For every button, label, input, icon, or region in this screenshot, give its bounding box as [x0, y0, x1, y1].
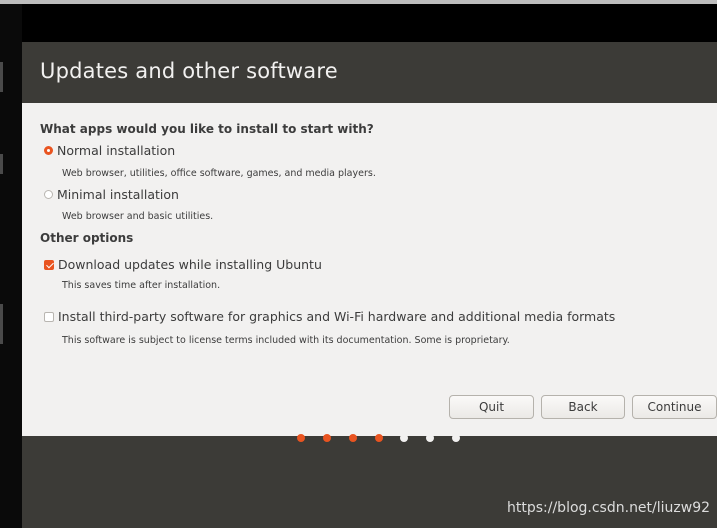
minimal-installation-description: Web browser and basic utilities.	[62, 211, 214, 222]
progress-dot-2	[323, 434, 331, 442]
third-party-software-description: This software is subject to license term…	[62, 335, 510, 346]
back-button[interactable]: Back	[541, 395, 625, 419]
screen-top-strip	[0, 0, 717, 4]
progress-dot-7	[452, 434, 460, 442]
watermark-url: https://blog.csdn.net/liuzw92	[507, 500, 711, 516]
progress-dot-1	[297, 434, 305, 442]
progress-dot-5	[400, 434, 408, 442]
progress-dot-4	[375, 434, 383, 442]
install-question: What apps would you like to install to s…	[40, 122, 374, 136]
radio-selected-icon[interactable]	[44, 146, 53, 155]
other-options-heading: Other options	[40, 231, 134, 245]
checkbox-unchecked-icon[interactable]	[44, 311, 54, 322]
download-updates-description: This saves time after installation.	[62, 280, 221, 291]
progress-dot-3	[349, 434, 357, 442]
continue-button[interactable]: Continue	[632, 395, 717, 419]
window-header: Updates and other software	[22, 42, 717, 103]
third-party-software-checkbox[interactable]: Install third-party software for graphic…	[44, 309, 615, 324]
minimal-installation-label[interactable]: Minimal installation	[57, 187, 179, 202]
content-panel: What apps would you like to install to s…	[22, 103, 717, 477]
checkbox-checked-icon[interactable]	[44, 259, 54, 270]
radio-unselected-icon[interactable]	[44, 190, 53, 199]
quit-button[interactable]: Quit	[449, 395, 534, 419]
third-party-software-label[interactable]: Install third-party software for graphic…	[58, 309, 615, 324]
left-edge-bar	[0, 4, 22, 528]
normal-installation-label[interactable]: Normal installation	[57, 143, 175, 158]
page-title: Updates and other software	[40, 59, 338, 83]
installer-window: Updates and other software What apps wou…	[22, 42, 717, 528]
download-updates-checkbox[interactable]: Download updates while installing Ubuntu	[44, 257, 322, 272]
normal-installation-radio[interactable]: Normal installation	[44, 143, 175, 158]
minimal-installation-radio[interactable]: Minimal installation	[44, 187, 179, 202]
download-updates-label[interactable]: Download updates while installing Ubuntu	[58, 257, 322, 272]
normal-installation-description: Web browser, utilities, office software,…	[62, 168, 376, 179]
progress-dot-6	[426, 434, 434, 442]
